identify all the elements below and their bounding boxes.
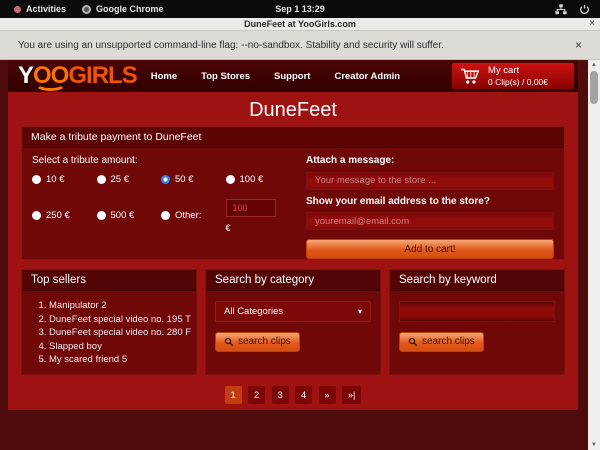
infobar-close-icon[interactable]: × xyxy=(575,38,582,52)
window-close-icon[interactable]: × xyxy=(589,18,595,29)
amount-option-10[interactable]: 10 € xyxy=(32,174,97,185)
page-button-next[interactable]: » xyxy=(319,386,336,404)
amount-label: 250 € xyxy=(46,210,70,221)
radio-icon[interactable] xyxy=(226,175,235,184)
email-label: Show your email address to the store? xyxy=(306,196,554,207)
category-select[interactable]: All Categories ▾ xyxy=(215,301,371,322)
radio-icon[interactable] xyxy=(32,175,41,184)
search-button-label: search clips xyxy=(422,336,475,347)
top-seller-item[interactable]: Slapped boy xyxy=(49,340,196,354)
keyword-search-header: Search by keyword xyxy=(390,270,564,291)
radio-icon[interactable] xyxy=(32,211,41,220)
top-seller-item[interactable]: DuneFeet special video no. 280 F xyxy=(49,326,196,340)
email-input[interactable] xyxy=(306,212,554,230)
amount-option-250[interactable]: 250 € xyxy=(32,198,97,233)
top-sellers-list: Manipulator 2 DuneFeet special video no.… xyxy=(22,299,196,367)
amount-option-50-selected[interactable]: 50 € xyxy=(161,174,226,185)
nav-top-stores[interactable]: Top Stores xyxy=(201,71,250,82)
chrome-infobar: You are using an unsupported command-lin… xyxy=(0,31,600,60)
message-input[interactable] xyxy=(306,172,554,190)
top-seller-item[interactable]: My scared friend 5 xyxy=(49,353,196,367)
radio-icon[interactable] xyxy=(97,175,106,184)
browser-viewport: YOOGIRLS Home Top Stores Support Creator… xyxy=(0,60,588,450)
cart-summary: 0 Clip(s) / 0,00€ xyxy=(488,77,548,88)
scrollbar-thumb[interactable] xyxy=(590,71,598,104)
clock[interactable]: Sep 1 13:29 xyxy=(0,4,600,14)
top-sellers-header: Top sellers xyxy=(22,270,196,291)
amount-option-500[interactable]: 500 € xyxy=(97,198,162,233)
amount-label: Other: xyxy=(175,210,201,221)
page-button-1[interactable]: 1 xyxy=(225,386,242,404)
scroll-down-icon[interactable]: ▼ xyxy=(588,440,600,450)
logo-part-girls: GIRLS xyxy=(68,64,136,88)
keyword-search-panel: Search by keyword search clips xyxy=(389,269,565,375)
search-button-label: search clips xyxy=(238,336,291,347)
nav-home[interactable]: Home xyxy=(151,71,177,82)
top-sellers-panel: Top sellers Manipulator 2 DuneFeet speci… xyxy=(21,269,197,375)
chevron-down-icon: ▾ xyxy=(358,307,362,316)
scrollbar[interactable]: ▲ ▼ xyxy=(588,60,600,450)
site-header: YOOGIRLS Home Top Stores Support Creator… xyxy=(8,60,578,92)
main-nav: Home Top Stores Support Creator Admin xyxy=(151,71,400,82)
search-icon xyxy=(408,337,418,347)
tribute-panel: Make a tribute payment to DuneFeet Selec… xyxy=(21,126,565,260)
message-label: Attach a message: xyxy=(306,155,554,166)
category-search-panel: Search by category All Categories ▾ sear… xyxy=(205,269,381,375)
page-button-2[interactable]: 2 xyxy=(248,386,265,404)
radio-icon[interactable] xyxy=(161,211,170,220)
category-search-header: Search by category xyxy=(206,270,380,291)
amount-option-100[interactable]: 100 € xyxy=(226,174,291,185)
nav-creator-admin[interactable]: Creator Admin xyxy=(334,71,400,82)
page-button-3[interactable]: 3 xyxy=(272,386,289,404)
amount-option-other[interactable]: Other: xyxy=(161,198,226,233)
tribute-panel-header: Make a tribute payment to DuneFeet xyxy=(22,127,564,148)
amount-label: 25 € xyxy=(111,174,130,185)
search-icon xyxy=(224,337,234,347)
top-seller-item[interactable]: Manipulator 2 xyxy=(49,299,196,313)
other-amount-input[interactable] xyxy=(226,199,276,217)
keyword-search-button[interactable]: search clips xyxy=(399,332,484,352)
logo-part-oo: OO xyxy=(33,64,68,88)
add-to-cart-button[interactable]: Add to cart! xyxy=(306,239,554,259)
amount-option-25[interactable]: 25 € xyxy=(97,174,162,185)
currency-label: € xyxy=(226,223,291,233)
amount-label: 500 € xyxy=(111,210,135,221)
keyword-input[interactable] xyxy=(399,301,555,322)
cart-icon xyxy=(460,67,480,85)
infobar-message: You are using an unsupported command-lin… xyxy=(18,40,444,51)
window-title: DuneFeet at YooGirls.com xyxy=(244,19,356,29)
logo-part-y: Y xyxy=(18,64,33,88)
radio-checked-icon[interactable] xyxy=(161,175,170,184)
power-icon[interactable] xyxy=(579,4,590,15)
cart-title: My cart xyxy=(488,65,548,77)
page-button-4[interactable]: 4 xyxy=(295,386,312,404)
network-icon[interactable] xyxy=(555,4,567,15)
amount-options: 10 € 25 € 50 € xyxy=(32,174,290,233)
top-seller-item[interactable]: DuneFeet special video no. 195 T xyxy=(49,313,196,327)
category-selected-option: All Categories xyxy=(224,306,283,317)
radio-icon[interactable] xyxy=(97,211,106,220)
nav-support[interactable]: Support xyxy=(274,71,310,82)
scroll-up-icon[interactable]: ▲ xyxy=(588,60,600,70)
my-cart-widget[interactable]: My cart 0 Clip(s) / 0,00€ xyxy=(452,63,574,89)
page-button-last[interactable]: »| xyxy=(342,386,361,404)
amount-select-label: Select a tribute amount: xyxy=(32,155,290,166)
amount-label: 10 € xyxy=(46,174,65,185)
category-search-button[interactable]: search clips xyxy=(215,332,300,352)
amount-label: 100 € xyxy=(240,174,264,185)
window-titlebar: DuneFeet at YooGirls.com × xyxy=(0,18,600,31)
pagination: 1 2 3 4 » »| xyxy=(8,385,578,404)
amount-label: 50 € xyxy=(175,174,194,185)
page-content: DuneFeet Make a tribute payment to DuneF… xyxy=(8,92,578,410)
system-top-bar: Activities Google Chrome Sep 1 13:29 xyxy=(0,0,600,18)
page-title: DuneFeet xyxy=(8,92,578,126)
site-logo[interactable]: YOOGIRLS xyxy=(18,64,137,88)
